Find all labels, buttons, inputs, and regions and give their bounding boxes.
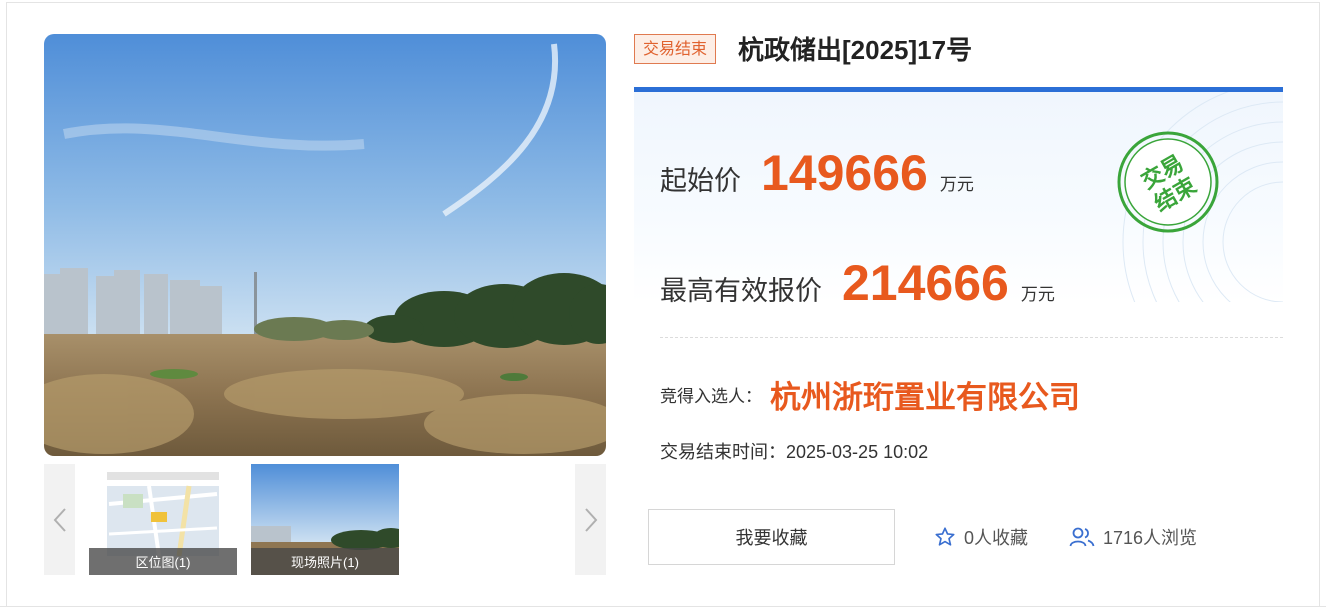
thumbnail-caption: 现场照片(1)	[251, 548, 399, 575]
views-count: 1716人浏览	[1069, 524, 1197, 550]
chevron-right-icon	[584, 507, 597, 532]
start-price-unit: 万元	[939, 175, 974, 194]
highest-bid-unit: 万元	[1020, 285, 1055, 304]
thumbnail-location-map[interactable]: 区位图(1)	[89, 464, 237, 575]
favorites-count-text: 0人收藏	[964, 528, 1029, 548]
main-site-photo[interactable]	[44, 34, 606, 456]
winner-row: 竞得入选人： 杭州浙珩置业有限公司	[660, 372, 1080, 417]
chevron-left-icon	[53, 507, 66, 532]
page-title: 杭政储出[2025]17号	[738, 35, 973, 65]
gallery-next-button[interactable]	[575, 464, 606, 575]
status-badge: 交易结束	[634, 34, 717, 64]
highest-bid-row: 最高有效报价 214666 万元	[660, 254, 1055, 312]
start-price-value: 149666	[761, 145, 928, 201]
gallery-prev-button[interactable]	[44, 464, 75, 575]
users-icon	[1069, 527, 1095, 547]
site-photo-image	[44, 34, 606, 456]
views-count-text: 1716人浏览	[1103, 528, 1198, 548]
highest-bid-value: 214666	[842, 255, 1009, 311]
winner-name: 杭州浙珩置业有限公司	[770, 380, 1080, 415]
thumbnail-caption: 区位图(1)	[89, 548, 237, 575]
winner-label: 竞得入选人：	[660, 387, 762, 406]
divider	[660, 337, 1283, 338]
favorites-count: 0人收藏	[934, 524, 1028, 550]
highest-bid-label: 最高有效报价	[660, 276, 822, 306]
transaction-ended-stamp: 交易 结束	[1117, 131, 1219, 233]
start-price-row: 起始价 149666 万元	[660, 144, 974, 202]
thumbnail-site-photo[interactable]: 现场照片(1)	[251, 464, 399, 575]
divider	[0, 606, 1326, 607]
transaction-end-time: 交易结束时间：2025-03-25 10:02	[660, 442, 929, 462]
star-icon	[935, 527, 955, 546]
start-price-label: 起始价	[660, 166, 741, 196]
add-to-favorites-button[interactable]: 我要收藏	[648, 509, 895, 565]
